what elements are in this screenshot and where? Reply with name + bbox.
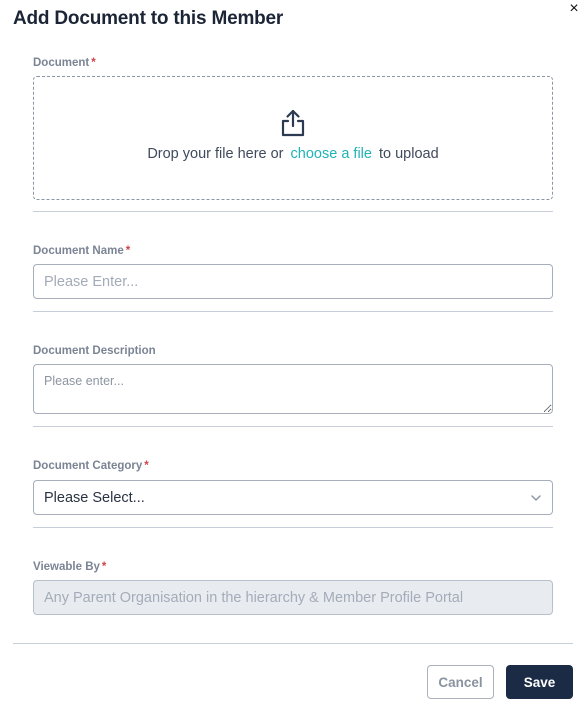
document-name-label: Document Name *	[33, 245, 130, 257]
section-divider	[33, 211, 553, 212]
document-category-label: Document Category *	[33, 460, 149, 472]
viewable-by-label: Viewable By *	[33, 561, 106, 573]
required-mark: *	[125, 245, 131, 257]
document-label-text: Document	[33, 57, 90, 69]
required-mark: *	[101, 561, 107, 573]
save-button[interactable]: Save	[506, 665, 573, 699]
document-description-textarea[interactable]	[33, 364, 553, 414]
viewable-by-value: Any Parent Organisation in the hierarchy…	[44, 589, 464, 606]
document-category-select[interactable]: Please Select...	[33, 480, 553, 515]
close-icon[interactable]: ×	[569, 0, 578, 17]
document-name-input[interactable]	[33, 264, 553, 299]
close-button[interactable]: ×	[566, 0, 582, 18]
required-mark: *	[91, 57, 96, 69]
document-name-label-text: Document Name	[33, 245, 124, 257]
document-label: Document *	[33, 57, 96, 69]
viewable-by-label-text: Viewable By	[33, 561, 100, 573]
required-mark: *	[144, 460, 149, 472]
drop-text-before: Drop your file here or	[147, 146, 284, 162]
document-category-label-text: Document Category	[33, 460, 143, 472]
choose-file-link[interactable]: choose a file	[291, 146, 372, 162]
section-divider	[33, 527, 553, 528]
footer-divider	[13, 643, 573, 644]
drop-instructions: Drop your file here or choose a file to …	[0, 146, 586, 162]
modal-title: Add Document to this Member	[13, 8, 284, 29]
upload-icon	[281, 109, 305, 137]
document-description-label: Document Description	[33, 345, 156, 357]
chevron-down-icon	[531, 494, 541, 501]
section-divider	[33, 426, 553, 427]
document-description-label-text: Document Description	[33, 345, 156, 357]
viewable-by-field: Any Parent Organisation in the hierarchy…	[33, 580, 553, 615]
category-selected-value: Please Select...	[44, 489, 145, 506]
drop-text-after: to upload	[379, 146, 439, 162]
section-divider	[33, 311, 553, 312]
cancel-button[interactable]: Cancel	[427, 665, 494, 699]
file-dropzone[interactable]	[33, 76, 553, 200]
